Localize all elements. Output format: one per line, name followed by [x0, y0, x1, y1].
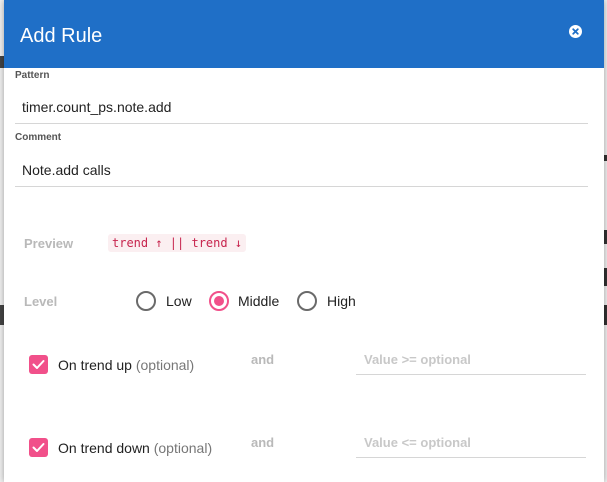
trend-down-checkbox[interactable]: [29, 438, 48, 457]
trend-up-label[interactable]: On trend up (optional): [58, 357, 194, 373]
trend-down-optional-hint: (optional): [153, 440, 213, 456]
trend-down-and-label: and: [251, 435, 275, 450]
add-rule-dialog: Add Rule Pattern Comment Preview trend ↑…: [4, 0, 604, 482]
close-button[interactable]: [569, 25, 582, 38]
level-middle-label[interactable]: Middle: [238, 293, 279, 309]
comment-input[interactable]: [15, 153, 588, 187]
trend-down-value-input[interactable]: [356, 428, 586, 458]
comment-label: Comment: [15, 132, 62, 143]
level-low-radio[interactable]: [136, 291, 156, 311]
level-label: Level: [24, 294, 58, 309]
preview-label: Preview: [24, 236, 74, 251]
trend-down-text: On trend down: [58, 440, 150, 456]
level-high-radio[interactable]: [297, 291, 317, 311]
trend-up-optional-hint: (optional): [135, 357, 195, 373]
trend-up-value-input[interactable]: [356, 345, 586, 375]
level-high-label[interactable]: High: [327, 293, 356, 309]
pattern-input[interactable]: [15, 90, 588, 124]
check-icon: [32, 360, 45, 369]
pattern-label: Pattern: [15, 70, 50, 81]
level-low-label[interactable]: Low: [166, 293, 192, 309]
close-icon: [572, 28, 579, 35]
trend-up-text: On trend up: [58, 357, 132, 373]
dialog-header: Add Rule: [4, 0, 604, 68]
dialog-title: Add Rule: [20, 25, 103, 47]
check-icon: [32, 443, 45, 452]
preview-expression: trend ↑ || trend ↓: [108, 234, 247, 252]
trend-up-and-label: and: [251, 352, 275, 367]
trend-up-checkbox[interactable]: [29, 355, 48, 374]
level-middle-radio[interactable]: [209, 291, 229, 311]
trend-down-label[interactable]: On trend down (optional): [58, 440, 212, 456]
